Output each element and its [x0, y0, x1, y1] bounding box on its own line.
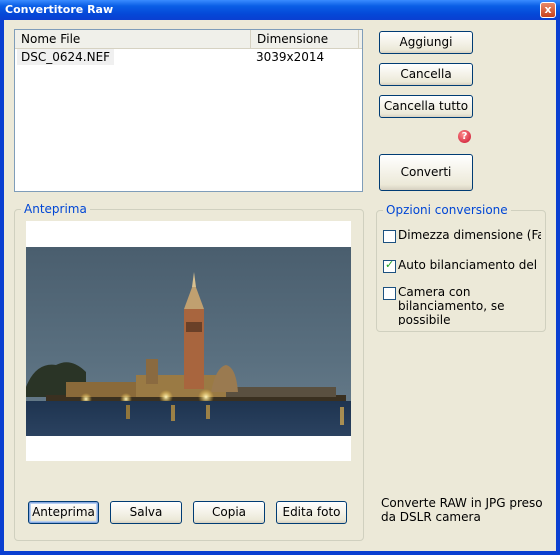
- camera-white-balance-label: Camera con bilanciamento, se possibile: [398, 285, 505, 325]
- options-panel: Dimezza dimensione (Faste ✓ Auto bilanci…: [379, 220, 541, 325]
- remove-all-button[interactable]: Cancella tutto: [379, 95, 473, 118]
- save-button[interactable]: Salva: [110, 501, 182, 524]
- auto-white-balance-label: Auto bilanciamento del bia: [398, 258, 541, 272]
- app-window: Convertitore Raw x Nome File Dimensione …: [0, 0, 560, 555]
- description-text: Converte RAW in JPG preso da DSLR camera: [381, 496, 551, 524]
- camera-wb-line3: possibile: [398, 313, 451, 325]
- file-name-cell: DSC_0624.NEF: [17, 49, 115, 65]
- preview-button[interactable]: Anteprima: [28, 501, 99, 524]
- convert-button[interactable]: Converti: [379, 154, 473, 191]
- remove-button[interactable]: Cancella: [379, 63, 473, 86]
- preview-group-title: Anteprima: [21, 202, 90, 216]
- close-button[interactable]: x: [540, 2, 556, 18]
- auto-white-balance-checkbox[interactable]: ✓: [383, 258, 396, 273]
- column-header-dimension[interactable]: Dimensione: [251, 30, 359, 48]
- title-bar[interactable]: Convertitore Raw x: [0, 0, 560, 20]
- description-line2: da DSLR camera: [381, 510, 481, 524]
- column-header-filename[interactable]: Nome File: [15, 30, 251, 48]
- camera-wb-line1: Camera con: [398, 285, 471, 299]
- description-line1: Converte RAW in JPG preso: [381, 496, 543, 510]
- close-icon: x: [544, 3, 552, 16]
- file-list[interactable]: Nome File Dimensione DSC_0624.NEF 3039x2…: [14, 29, 363, 192]
- half-size-label: Dimezza dimensione (Faste: [398, 228, 541, 242]
- options-group-title: Opzioni conversione: [383, 203, 511, 217]
- checkmark-icon: ✓: [385, 258, 395, 271]
- edit-photo-button[interactable]: Edita foto: [276, 501, 347, 524]
- camera-white-balance-checkbox[interactable]: [383, 287, 396, 300]
- preview-area: [26, 221, 351, 461]
- file-list-header: Nome File Dimensione: [15, 30, 362, 49]
- add-button[interactable]: Aggiungi: [379, 31, 473, 54]
- window-title: Convertitore Raw: [5, 3, 114, 16]
- file-row[interactable]: DSC_0624.NEF 3039x2014: [15, 49, 362, 65]
- half-size-checkbox[interactable]: [383, 230, 396, 243]
- preview-image: [26, 247, 351, 436]
- help-icon[interactable]: ?: [458, 130, 471, 143]
- camera-wb-line2: bilanciamento, se: [398, 299, 505, 313]
- dialog-client: Nome File Dimensione DSC_0624.NEF 3039x2…: [4, 20, 556, 551]
- copy-button[interactable]: Copia: [193, 501, 265, 524]
- file-size-cell: 3039x2014: [256, 50, 325, 64]
